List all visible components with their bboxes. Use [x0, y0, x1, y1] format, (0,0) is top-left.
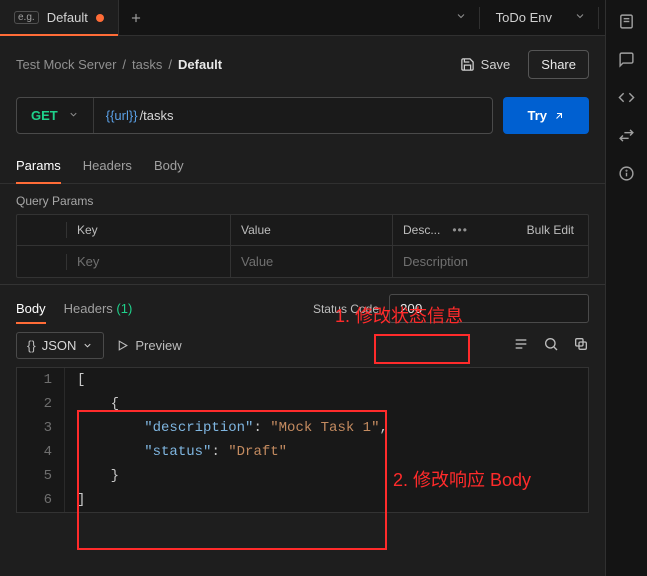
tab-body[interactable]: Body — [154, 148, 184, 183]
body-format-selector[interactable]: {} JSON — [16, 332, 104, 359]
response-tab-headers[interactable]: Headers (1) — [64, 293, 133, 324]
status-code-label: Status Code — [313, 302, 379, 316]
right-rail — [605, 0, 647, 576]
breadcrumb: Test Mock Server / tasks / Default — [16, 57, 222, 72]
braces-icon: {} — [27, 338, 36, 353]
tab-params[interactable]: Params — [16, 148, 61, 183]
tab-default[interactable]: e.g. Default — [0, 0, 119, 35]
save-icon — [460, 57, 475, 72]
tab-headers[interactable]: Headers — [83, 148, 132, 183]
breadcrumb-seg[interactable]: Test Mock Server — [16, 57, 116, 72]
tab-badge: e.g. — [14, 11, 39, 24]
wrap-icon[interactable] — [513, 336, 529, 355]
tabs-overflow-chevron-icon[interactable] — [449, 4, 473, 31]
docs-icon[interactable] — [618, 12, 636, 30]
request-subtabs: Params Headers Body — [0, 148, 605, 184]
more-icon[interactable]: ••• — [448, 223, 472, 237]
environment-selector[interactable]: ToDo Env — [486, 10, 562, 25]
external-icon — [553, 110, 565, 122]
url-input[interactable]: {{url}} /tasks — [94, 98, 493, 133]
tab-bar: e.g. Default ToDo Env — [0, 0, 605, 36]
play-icon — [116, 339, 129, 352]
chevron-down-icon — [82, 340, 93, 351]
search-icon[interactable] — [543, 336, 559, 355]
col-value: Value — [231, 215, 393, 245]
col-desc: Desc... — [403, 223, 440, 237]
code-icon[interactable] — [618, 88, 636, 106]
tab-label: Default — [47, 10, 88, 25]
related-icon[interactable] — [618, 126, 636, 144]
breadcrumb-seg[interactable]: tasks — [132, 57, 162, 72]
preview-button[interactable]: Preview — [116, 338, 181, 353]
copy-icon[interactable] — [573, 336, 589, 355]
key-input[interactable]: Key — [67, 246, 231, 277]
method-selector[interactable]: GET — [17, 98, 94, 133]
col-key: Key — [67, 215, 231, 245]
save-button[interactable]: Save — [452, 51, 519, 78]
unsaved-dot-icon — [96, 14, 104, 22]
breadcrumb-current: Default — [178, 57, 222, 72]
env-chevron-icon[interactable] — [568, 4, 592, 31]
chevron-down-icon — [68, 108, 79, 123]
request-url-bar: GET {{url}} /tasks — [16, 97, 493, 134]
query-params-table: Key Value Desc... ••• Bulk Edit Key Valu… — [16, 214, 589, 278]
share-button[interactable]: Share — [528, 50, 589, 79]
response-body-editor[interactable]: 1[ 2 { 3 "description": "Mock Task 1", 4… — [16, 367, 589, 513]
info-icon[interactable] — [618, 164, 636, 182]
comments-icon[interactable] — [618, 50, 636, 68]
query-params-title: Query Params — [0, 184, 605, 214]
bulk-edit-button[interactable]: Bulk Edit — [527, 223, 578, 237]
value-input[interactable]: Value — [231, 246, 393, 277]
try-button[interactable]: Try — [503, 97, 589, 134]
status-code-input[interactable] — [389, 294, 589, 323]
add-tab-button[interactable] — [119, 11, 153, 25]
response-tab-body[interactable]: Body — [16, 293, 46, 324]
description-input[interactable]: Description — [393, 246, 588, 277]
